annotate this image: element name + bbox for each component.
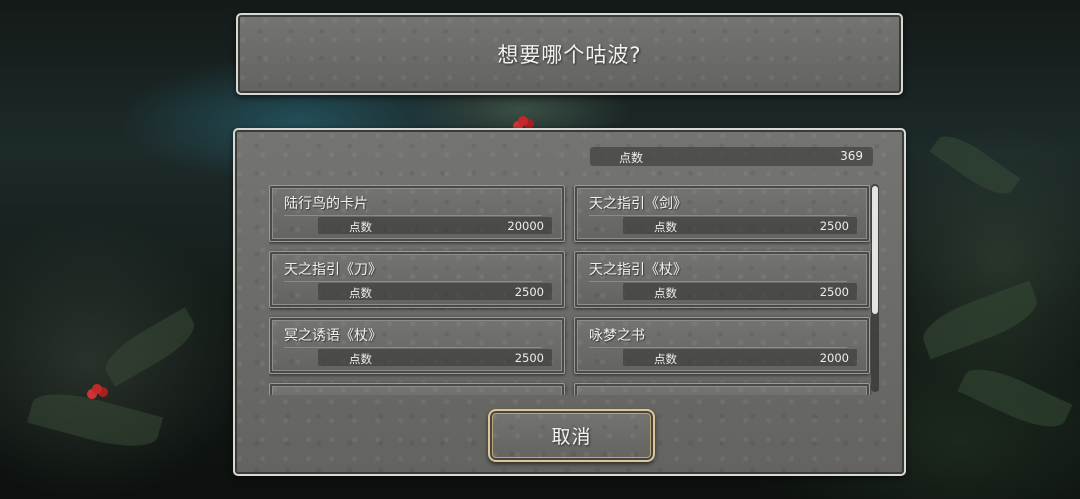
cost-label: 点数 xyxy=(654,286,677,300)
divider xyxy=(284,347,542,348)
item-name: 天之指引《剑》 xyxy=(589,196,687,212)
cost-value: 2500 xyxy=(819,285,849,299)
title-panel: 想要哪个咕波? xyxy=(236,13,903,95)
points-value: 369 xyxy=(840,149,863,163)
item-card[interactable] xyxy=(574,383,870,395)
item-list[interactable]: 陆行鸟的卡片 点数 20000 天之指引《剑》 点数 2500 天之指引《刀》 xyxy=(269,185,872,395)
scrollbar-thumb[interactable] xyxy=(872,186,878,314)
item-card[interactable]: 咏梦之书 点数 2000 xyxy=(574,317,870,374)
item-card[interactable]: 天之指引《刀》 点数 2500 xyxy=(269,251,565,308)
shop-panel: 点数 369 陆行鸟的卡片 点数 20000 天之指引《剑》 点数 2500 天… xyxy=(233,128,906,476)
item-name: 天之指引《杖》 xyxy=(589,262,687,278)
cost-value: 2500 xyxy=(514,351,544,365)
item-card[interactable]: 陆行鸟的卡片 点数 20000 xyxy=(269,185,565,242)
cost-label: 点数 xyxy=(349,352,372,366)
cost-label: 点数 xyxy=(654,352,677,366)
cost-value: 2500 xyxy=(514,285,544,299)
dialog-title: 想要哪个咕波? xyxy=(497,43,642,67)
cost-label: 点数 xyxy=(349,220,372,234)
item-name: 陆行鸟的卡片 xyxy=(284,196,368,212)
divider xyxy=(589,215,847,216)
item-cost: 点数 2500 xyxy=(623,217,857,234)
item-card[interactable] xyxy=(269,383,565,395)
cancel-button[interactable]: 取消 xyxy=(488,409,655,462)
player-points: 点数 369 xyxy=(590,147,873,166)
divider xyxy=(284,281,542,282)
divider xyxy=(589,347,847,348)
item-cost: 点数 2500 xyxy=(318,349,552,366)
item-card[interactable]: 天之指引《杖》 点数 2500 xyxy=(574,251,870,308)
item-card[interactable]: 天之指引《剑》 点数 2500 xyxy=(574,185,870,242)
cancel-label: 取消 xyxy=(551,426,592,448)
cost-value: 2000 xyxy=(819,351,849,365)
item-name: 咏梦之书 xyxy=(589,328,645,344)
item-card[interactable]: 冥之诱语《杖》 点数 2500 xyxy=(269,317,565,374)
cost-label: 点数 xyxy=(654,220,677,234)
cost-label: 点数 xyxy=(349,286,372,300)
list-scrollbar[interactable] xyxy=(871,184,879,392)
cost-value: 2500 xyxy=(819,219,849,233)
points-label: 点数 xyxy=(619,151,644,165)
cost-value: 20000 xyxy=(507,219,544,233)
item-cost: 点数 20000 xyxy=(318,217,552,234)
item-cost: 点数 2500 xyxy=(623,283,857,300)
item-cost: 点数 2500 xyxy=(318,283,552,300)
divider xyxy=(284,215,542,216)
item-name: 天之指引《刀》 xyxy=(284,262,382,278)
item-name: 冥之诱语《杖》 xyxy=(284,328,382,344)
item-cost: 点数 2000 xyxy=(623,349,857,366)
divider xyxy=(589,281,847,282)
